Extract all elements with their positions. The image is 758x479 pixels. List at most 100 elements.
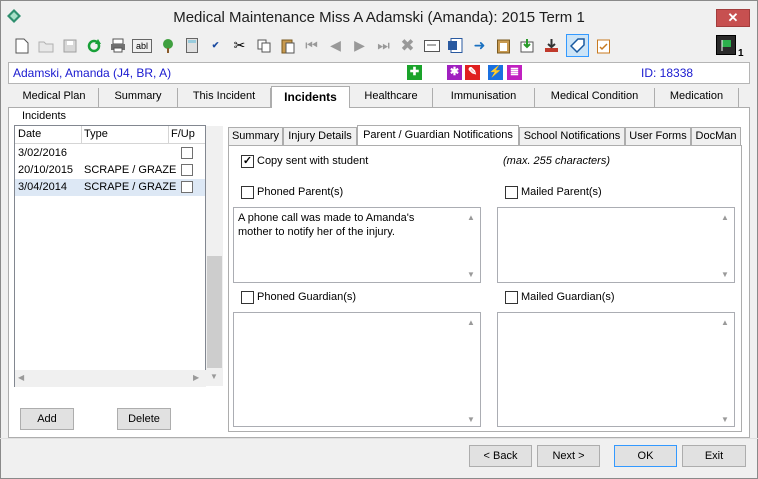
scroll-down-icon[interactable]: ▼ <box>210 372 219 381</box>
copy-sent-checkbox[interactable]: ✓ <box>241 155 254 168</box>
download-icon[interactable] <box>542 36 561 55</box>
notifications-panel: ✓ Copy sent with student (max. 255 chara… <box>228 145 742 432</box>
delete-button[interactable]: Delete <box>117 408 171 430</box>
subtab-parent-guardian[interactable]: Parent / Guardian Notifications <box>357 125 519 147</box>
incidents-grid: Date Type F/Up 3/02/2016 20/10/2015 SCRA… <box>14 125 223 387</box>
tab-medication[interactable]: Medication <box>655 88 739 107</box>
tab-healthcare[interactable]: Healthcare <box>350 88 433 107</box>
exit-button[interactable]: Exit <box>682 445 746 467</box>
flag-icon[interactable] <box>716 35 736 55</box>
first-icon[interactable]: ⏮ <box>302 36 321 55</box>
subtab-school-notifications[interactable]: School Notifications <box>519 127 625 146</box>
lightning-alert-icon[interactable]: ⚡ <box>488 65 503 80</box>
ok-button[interactable]: OK <box>614 445 677 467</box>
tab-medical-plan[interactable]: Medical Plan <box>10 88 99 107</box>
phoned-guardian-checkbox[interactable] <box>241 291 254 304</box>
textarea-scrollbar[interactable]: ▲ ▼ <box>717 313 734 426</box>
horizontal-scrollbar[interactable]: ◀ ▶ <box>15 370 206 387</box>
tab-this-incident[interactable]: This Incident <box>178 88 271 107</box>
clipboard-icon[interactable] <box>494 36 513 55</box>
medical-alert-icon[interactable]: ✚ <box>407 65 422 80</box>
table-row[interactable]: 20/10/2015 SCRAPE / GRAZE <box>15 162 205 179</box>
last-icon[interactable]: ⏭ <box>374 36 393 55</box>
col-date[interactable]: Date <box>18 128 41 140</box>
table-row[interactable]: 3/02/2016 <box>15 145 205 162</box>
scroll-up-icon[interactable]: ▲ <box>721 211 730 225</box>
col-followup[interactable]: F/Up <box>171 128 195 140</box>
paste-icon[interactable] <box>278 36 297 55</box>
next-button[interactable]: Next > <box>537 445 600 467</box>
puzzle-alert-icon[interactable]: ✱ <box>447 65 462 80</box>
delete-icon[interactable]: ✖ <box>398 36 417 55</box>
textarea-scrollbar[interactable]: ▲ ▼ <box>717 208 734 282</box>
refresh-icon[interactable] <box>84 36 103 55</box>
card-icon[interactable] <box>422 36 441 55</box>
export-icon[interactable] <box>518 36 537 55</box>
scroll-right-icon[interactable]: ▶ <box>193 373 202 382</box>
scroll-up-icon[interactable]: ▲ <box>467 316 476 330</box>
copy-icon[interactable] <box>254 36 273 55</box>
tab-medical-condition[interactable]: Medical Condition <box>535 88 655 107</box>
forward-icon[interactable]: ➜ <box>470 36 489 55</box>
tag-icon[interactable] <box>566 34 589 57</box>
phoned-parent-text[interactable]: A phone call was made to Amanda's mother… <box>233 207 481 283</box>
prev-icon[interactable]: ◀ <box>326 36 345 55</box>
abl-icon[interactable]: abl <box>132 39 152 53</box>
flag-count: 1 <box>738 48 744 59</box>
mailed-parent-checkbox[interactable] <box>505 186 518 199</box>
tree-icon[interactable] <box>158 36 177 55</box>
phoned-guardian-text[interactable]: ▲ ▼ <box>233 312 481 427</box>
open-icon[interactable] <box>36 36 55 55</box>
save-icon[interactable] <box>60 36 79 55</box>
col-divider[interactable] <box>168 126 169 144</box>
note-alert-icon[interactable]: ≣ <box>507 65 522 80</box>
tab-incidents[interactable]: Incidents <box>271 86 350 108</box>
followup-checkbox[interactable] <box>181 164 193 176</box>
close-button[interactable]: ✕ <box>716 9 750 27</box>
max-characters-note: (max. 255 characters) <box>503 155 610 167</box>
textarea-scrollbar[interactable]: ▲ ▼ <box>463 313 480 426</box>
scroll-up-icon[interactable]: ▲ <box>467 211 476 225</box>
scroll-up-icon[interactable]: ▲ <box>721 316 730 330</box>
phoned-parent-checkbox[interactable] <box>241 186 254 199</box>
table-row[interactable]: 3/04/2014 SCRAPE / GRAZE <box>15 179 205 196</box>
followup-checkbox[interactable] <box>181 147 193 159</box>
print-icon[interactable] <box>108 36 127 55</box>
mailed-guardian-checkbox[interactable] <box>505 291 518 304</box>
new-icon[interactable] <box>12 36 31 55</box>
subtab-docman[interactable]: DocMan <box>691 127 741 146</box>
calculator-icon[interactable] <box>182 36 201 55</box>
tab-summary[interactable]: Summary <box>99 88 178 107</box>
col-divider[interactable] <box>81 126 82 144</box>
phoned-guardian-label: Phoned Guardian(s) <box>257 291 357 303</box>
back-button[interactable]: < Back <box>469 445 532 467</box>
col-type[interactable]: Type <box>84 128 108 140</box>
row-date: 3/02/2016 <box>18 147 67 159</box>
toolbar: abl ✔ ✂ ⏮ ◀ ▶ ⏭ ✖ ➜ <box>6 33 746 59</box>
student-bar: Adamski, Amanda (J4, BR, A) ✚ ✱ ✎ ⚡ ≣ ID… <box>8 62 750 84</box>
next-icon[interactable]: ▶ <box>350 36 369 55</box>
scroll-down-icon[interactable]: ▼ <box>467 268 476 282</box>
followup-checkbox[interactable] <box>181 181 193 193</box>
mailed-parent-text[interactable]: ▲ ▼ <box>497 207 735 283</box>
row-date: 20/10/2015 <box>18 164 74 176</box>
vertical-scrollbar[interactable]: ▼ <box>206 126 223 386</box>
subtab-summary[interactable]: Summary <box>228 127 283 146</box>
tab-immunisation[interactable]: Immunisation <box>433 88 535 107</box>
scroll-down-icon[interactable]: ▼ <box>721 413 730 427</box>
report-icon[interactable] <box>594 36 613 55</box>
scroll-down-icon[interactable]: ▼ <box>467 413 476 427</box>
subtab-injury-details[interactable]: Injury Details <box>283 127 357 146</box>
scroll-down-icon[interactable]: ▼ <box>721 268 730 282</box>
scroll-thumb[interactable] <box>207 256 222 368</box>
word-icon[interactable] <box>446 36 465 55</box>
textarea-scrollbar[interactable]: ▲ ▼ <box>463 208 480 282</box>
student-id: ID: 18338 <box>641 66 694 80</box>
subtab-user-forms[interactable]: User Forms <box>625 127 691 146</box>
mailed-guardian-text[interactable]: ▲ ▼ <box>497 312 735 427</box>
scroll-left-icon[interactable]: ◀ <box>18 373 27 382</box>
cut-icon[interactable]: ✂ <box>230 36 249 55</box>
spellcheck-icon[interactable]: ✔ <box>206 36 225 55</box>
add-button[interactable]: Add <box>20 408 74 430</box>
hammer-alert-icon[interactable]: ✎ <box>465 65 480 80</box>
